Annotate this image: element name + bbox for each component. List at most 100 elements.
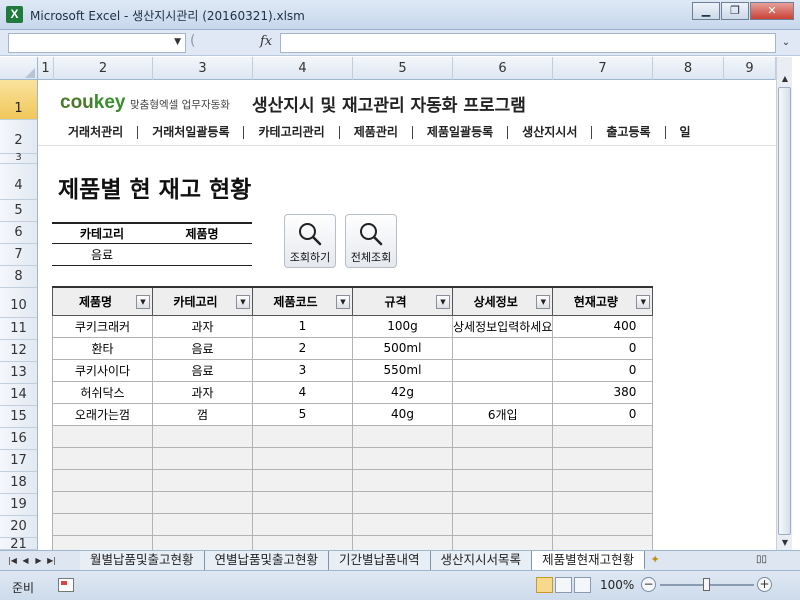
row-header-cell[interactable]: 8 [0, 266, 38, 288]
row-header-cell[interactable]: 5 [0, 200, 38, 222]
table-cell[interactable]: 2 [252, 336, 353, 360]
table-cell[interactable] [552, 468, 654, 492]
page-layout-view-icon[interactable] [555, 577, 572, 593]
table-cell[interactable]: 3 [252, 358, 353, 382]
tab-monthly-delivery[interactable]: 월별납품및출고현황 [80, 551, 205, 570]
menu-item-category-management[interactable]: 카테고리관리 [244, 126, 340, 139]
row-header-cell[interactable]: 1 [0, 80, 38, 120]
row-header-cell[interactable]: 3 [0, 153, 38, 164]
row-header-cell[interactable]: 6 [0, 222, 38, 244]
row-header-cell[interactable]: 2 [0, 120, 38, 154]
row-header-cell[interactable]: 7 [0, 244, 38, 266]
table-cell[interactable]: 100g [352, 314, 453, 338]
table-cell[interactable] [451, 446, 554, 470]
first-sheet-icon[interactable]: |◀ [6, 553, 19, 568]
column-header-cell[interactable]: 6 [453, 57, 553, 80]
table-row[interactable] [52, 490, 654, 514]
row-header-cell[interactable]: 14 [0, 384, 38, 406]
split-handle-icon[interactable]: ▯▯ [756, 554, 772, 568]
minimize-icon[interactable]: ▁ [692, 2, 720, 20]
table-cell[interactable] [451, 468, 554, 492]
insert-function-button[interactable]: fx [260, 34, 272, 49]
row-header-cell[interactable]: 20 [0, 516, 38, 538]
table-cell[interactable] [451, 534, 554, 550]
macro-record-icon[interactable] [58, 578, 74, 592]
table-cell[interactable]: 400 [552, 314, 654, 338]
formula-input[interactable] [280, 33, 776, 53]
table-cell[interactable]: 음료 [152, 358, 253, 382]
table-row[interactable]: 허쉬닥스 과자 4 42g 380 [52, 380, 654, 404]
row-header-cell[interactable]: 10 [0, 288, 38, 318]
close-icon[interactable]: ✕ [750, 2, 794, 20]
table-cell[interactable] [352, 512, 453, 536]
table-cell[interactable]: 쿠키사이다 [52, 358, 153, 382]
table-cell[interactable]: 4 [252, 380, 353, 404]
table-cell[interactable] [52, 534, 153, 550]
worksheet[interactable]: coukey 맞춤형엑셀 업무자동화 생산지시 및 재고관리 자동화 프로그램 … [38, 80, 776, 550]
zoom-out-icon[interactable]: − [641, 577, 656, 592]
row-header-cell[interactable]: 4 [0, 164, 38, 200]
last-sheet-icon[interactable]: ▶| [45, 553, 58, 568]
table-cell[interactable] [252, 424, 353, 448]
table-cell[interactable] [552, 512, 654, 536]
table-cell[interactable] [252, 490, 353, 514]
table-cell[interactable]: 500ml [352, 336, 453, 360]
normal-view-icon[interactable] [536, 577, 553, 593]
search-button[interactable]: 조회하기 [284, 214, 336, 268]
menu-item-client-bulk-register[interactable]: 거래처일괄등록 [138, 126, 245, 139]
row-header-cell[interactable]: 11 [0, 318, 38, 340]
table-cell[interactable]: 상세정보입력하세요 [451, 314, 554, 338]
table-cell[interactable]: 과자 [152, 380, 253, 404]
select-all-button[interactable] [0, 57, 38, 80]
table-cell[interactable]: 42g [352, 380, 453, 404]
table-cell[interactable] [451, 512, 554, 536]
scroll-thumb[interactable] [778, 87, 791, 535]
table-cell[interactable]: 1 [252, 314, 353, 338]
table-cell[interactable]: 허쉬닥스 [52, 380, 153, 404]
table-cell[interactable] [52, 512, 153, 536]
menu-item-shipment-register[interactable]: 출고등록 [592, 126, 666, 139]
filter-dropdown-icon[interactable]: ▼ [336, 295, 350, 309]
filter-dropdown-icon[interactable]: ▼ [536, 295, 551, 309]
restore-icon[interactable]: ❐ [721, 2, 749, 20]
page-break-view-icon[interactable] [574, 577, 591, 593]
filter-dropdown-icon[interactable]: ▼ [636, 295, 651, 309]
table-row[interactable] [52, 512, 654, 536]
filter-dropdown-icon[interactable]: ▼ [236, 295, 250, 309]
table-cell[interactable] [352, 490, 453, 514]
column-header-cell[interactable]: 2 [54, 57, 153, 80]
table-cell[interactable] [252, 534, 353, 550]
menu-item-product-bulk-register[interactable]: 제품일괄등록 [413, 126, 509, 139]
next-sheet-icon[interactable]: ▶ [32, 553, 45, 568]
table-cell[interactable]: 550ml [352, 358, 453, 382]
column-header-cell[interactable]: 7 [553, 57, 653, 80]
table-cell[interactable] [352, 534, 453, 550]
row-header-cell[interactable]: 15 [0, 406, 38, 428]
filter-dropdown-icon[interactable]: ▼ [136, 295, 150, 309]
chevron-down-icon[interactable]: ⌄ [778, 33, 794, 53]
row-header-cell[interactable]: 17 [0, 450, 38, 472]
table-cell[interactable]: 쿠키크래커 [52, 314, 153, 338]
table-cell[interactable] [52, 468, 153, 492]
category-filter-input[interactable]: 음료 [52, 244, 152, 265]
column-header-cell[interactable]: 9 [724, 57, 776, 80]
table-cell[interactable]: 음료 [152, 336, 253, 360]
menu-item-product-management[interactable]: 제품관리 [340, 126, 413, 139]
menu-item-production-order[interactable]: 생산지시서 [508, 126, 593, 139]
table-cell[interactable]: 5 [252, 402, 353, 426]
search-all-button[interactable]: 전체조회 [345, 214, 397, 268]
column-header-cell[interactable]: 4 [253, 57, 353, 80]
table-cell[interactable] [552, 446, 654, 470]
table-cell[interactable] [252, 512, 353, 536]
table-cell[interactable]: 0 [552, 402, 654, 426]
table-cell[interactable] [52, 490, 153, 514]
table-cell[interactable] [352, 446, 453, 470]
table-cell[interactable] [451, 358, 554, 382]
table-cell[interactable]: 과자 [152, 314, 253, 338]
insert-sheet-icon[interactable]: ✦ [645, 551, 665, 570]
table-cell[interactable]: 6개입 [451, 402, 554, 426]
table-cell[interactable] [552, 490, 654, 514]
product-filter-input[interactable] [152, 244, 252, 265]
table-row[interactable]: 환타 음료 2 500ml 0 [52, 336, 654, 360]
scroll-down-icon[interactable]: ▼ [777, 535, 793, 551]
